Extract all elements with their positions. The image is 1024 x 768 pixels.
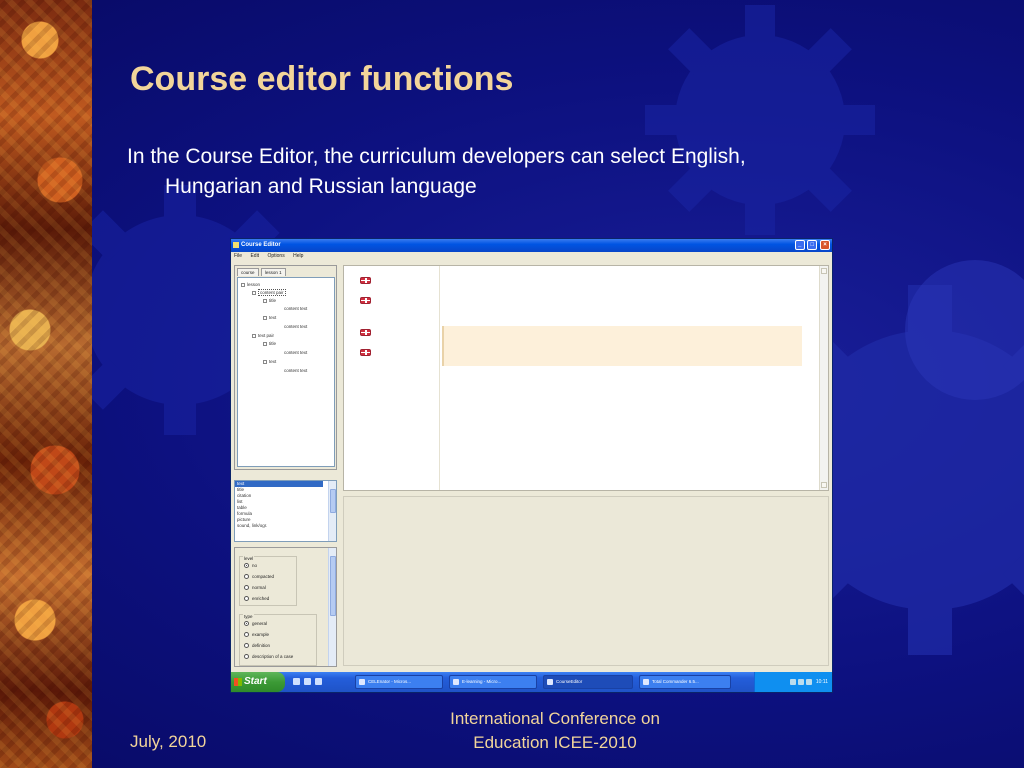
window-titlebar: Course Editor _ □ ×	[231, 239, 832, 252]
editor-scrollbar[interactable]	[819, 266, 828, 490]
tree-node[interactable]: lesson	[241, 282, 260, 287]
footer-conference-line-2: Education ICEE-2010	[473, 733, 637, 752]
level-group: level no compacted normal enriched	[239, 556, 297, 606]
slide-body: In the Course Editor, the curriculum dev…	[127, 142, 947, 202]
expand-icon[interactable]	[263, 341, 267, 346]
menu-file[interactable]: File	[234, 253, 242, 259]
properties-panel: level no compacted normal enriched type …	[234, 547, 337, 667]
taskbar-button[interactable]: Total Commander 6.5...	[639, 675, 731, 689]
properties-scrollbar[interactable]	[328, 548, 336, 666]
menu-bar: File Edit Options Help	[231, 252, 832, 261]
expand-icon[interactable]	[263, 359, 267, 364]
radio-icon[interactable]	[244, 596, 249, 602]
uk-flag-icon[interactable]	[360, 349, 371, 356]
radio-type-description[interactable]: description of a case	[244, 654, 293, 660]
tree-node[interactable]: title	[263, 341, 276, 346]
expand-icon[interactable]	[263, 298, 267, 303]
scroll-thumb[interactable]	[330, 556, 336, 616]
quick-launch-icon[interactable]	[304, 678, 311, 685]
radio-icon[interactable]	[244, 574, 249, 580]
tree-node[interactable]: text	[263, 359, 276, 364]
menu-edit[interactable]: Edit	[250, 253, 259, 259]
footer-conference-line-1: International Conference on	[450, 709, 660, 728]
radio-level-normal[interactable]: normal	[244, 585, 266, 591]
menu-help[interactable]: Help	[293, 253, 303, 259]
tray-icon[interactable]	[798, 678, 805, 685]
radio-type-general[interactable]: general	[244, 621, 267, 627]
radio-icon[interactable]	[244, 621, 249, 627]
app-icon	[233, 242, 239, 248]
windows-taskbar: Start CELEnator - Micros... E-learning -…	[231, 672, 832, 692]
footer-date: July, 2010	[130, 732, 207, 751]
tray-icon[interactable]	[790, 678, 797, 685]
selected-content-row[interactable]	[442, 326, 802, 366]
tab-lesson[interactable]: lesson 1	[260, 268, 286, 276]
radio-type-definition[interactable]: definition	[244, 643, 270, 649]
radio-icon[interactable]	[244, 632, 249, 638]
menu-options[interactable]: Options	[267, 253, 284, 259]
structure-panel: course lesson 1 lesson content pair titl…	[234, 265, 337, 470]
expand-icon[interactable]	[241, 282, 245, 287]
preview-panel	[343, 496, 829, 666]
slide-body-line-1: In the Course Editor, the curriculum dev…	[127, 145, 746, 168]
close-icon[interactable]: ×	[820, 240, 830, 250]
tree-node[interactable]: content pair	[252, 289, 286, 296]
uk-flag-icon[interactable]	[360, 297, 371, 304]
quick-launch	[293, 678, 326, 686]
radio-icon[interactable]	[244, 643, 249, 649]
type-group: type general example definition descript…	[239, 614, 317, 666]
uk-flag-icon[interactable]	[360, 329, 371, 336]
system-tray: 10:11	[754, 672, 832, 692]
radio-level-no[interactable]: no	[244, 563, 257, 569]
editor-divider	[439, 266, 440, 490]
tab-course[interactable]: course	[237, 268, 259, 276]
expand-icon[interactable]	[263, 315, 267, 320]
scroll-thumb[interactable]	[330, 489, 336, 513]
window-controls: _ □ ×	[794, 240, 830, 251]
maximize-icon[interactable]: □	[807, 240, 818, 250]
scroll-down-icon[interactable]	[821, 482, 827, 488]
tree-node[interactable]: text	[263, 315, 276, 320]
tree-node[interactable]: content text	[284, 306, 307, 311]
radio-level-enriched[interactable]: enriched	[244, 596, 269, 602]
scroll-up-icon[interactable]	[821, 268, 827, 274]
quick-launch-icon[interactable]	[315, 678, 322, 685]
taskbar-button[interactable]: E-learning - Micro...	[449, 675, 537, 689]
windows-logo-icon	[234, 678, 242, 686]
panel-tabs: course lesson 1	[237, 268, 287, 277]
radio-level-compacted[interactable]: compacted	[244, 574, 274, 580]
uk-flag-icon[interactable]	[360, 277, 371, 284]
minimize-icon[interactable]: _	[794, 240, 805, 250]
radio-icon[interactable]	[244, 563, 249, 569]
expand-icon[interactable]	[252, 290, 256, 295]
tray-clock[interactable]: 10:11	[816, 679, 828, 685]
structure-tree: lesson content pair title content text t…	[237, 277, 335, 467]
radio-type-example[interactable]: example	[244, 632, 269, 638]
start-button[interactable]: Start	[231, 672, 285, 692]
tree-node[interactable]: content text	[284, 324, 307, 329]
quick-launch-icon[interactable]	[293, 678, 300, 685]
element-type-list[interactable]: text title citation list table formula p…	[234, 480, 337, 542]
slide-body-line-2: Hungarian and Russian language	[165, 175, 477, 198]
taskbar-button[interactable]: CELEnator - Micros...	[355, 675, 443, 689]
tree-node[interactable]: text pair	[252, 333, 274, 338]
window-title: Course Editor	[241, 242, 281, 248]
radio-icon[interactable]	[244, 654, 249, 660]
taskbar-button[interactable]: CourseEditor	[543, 675, 633, 689]
footer-conference: International Conference on Education IC…	[400, 707, 710, 755]
tray-icon[interactable]	[806, 678, 813, 685]
slide-title: Course editor functions	[130, 60, 514, 98]
course-editor-screenshot: Course Editor _ □ × File Edit Options He…	[230, 238, 833, 693]
radio-icon[interactable]	[244, 585, 249, 591]
tree-node[interactable]: title	[263, 298, 276, 303]
content-editor[interactable]	[343, 265, 829, 491]
tree-node[interactable]: content text	[284, 368, 307, 373]
list-item[interactable]: sound, link/ogr.	[235, 523, 336, 529]
list-scrollbar[interactable]	[328, 481, 336, 541]
decorative-gear-texture	[0, 0, 92, 768]
tree-node[interactable]: content text	[284, 350, 307, 355]
expand-icon[interactable]	[252, 333, 256, 338]
